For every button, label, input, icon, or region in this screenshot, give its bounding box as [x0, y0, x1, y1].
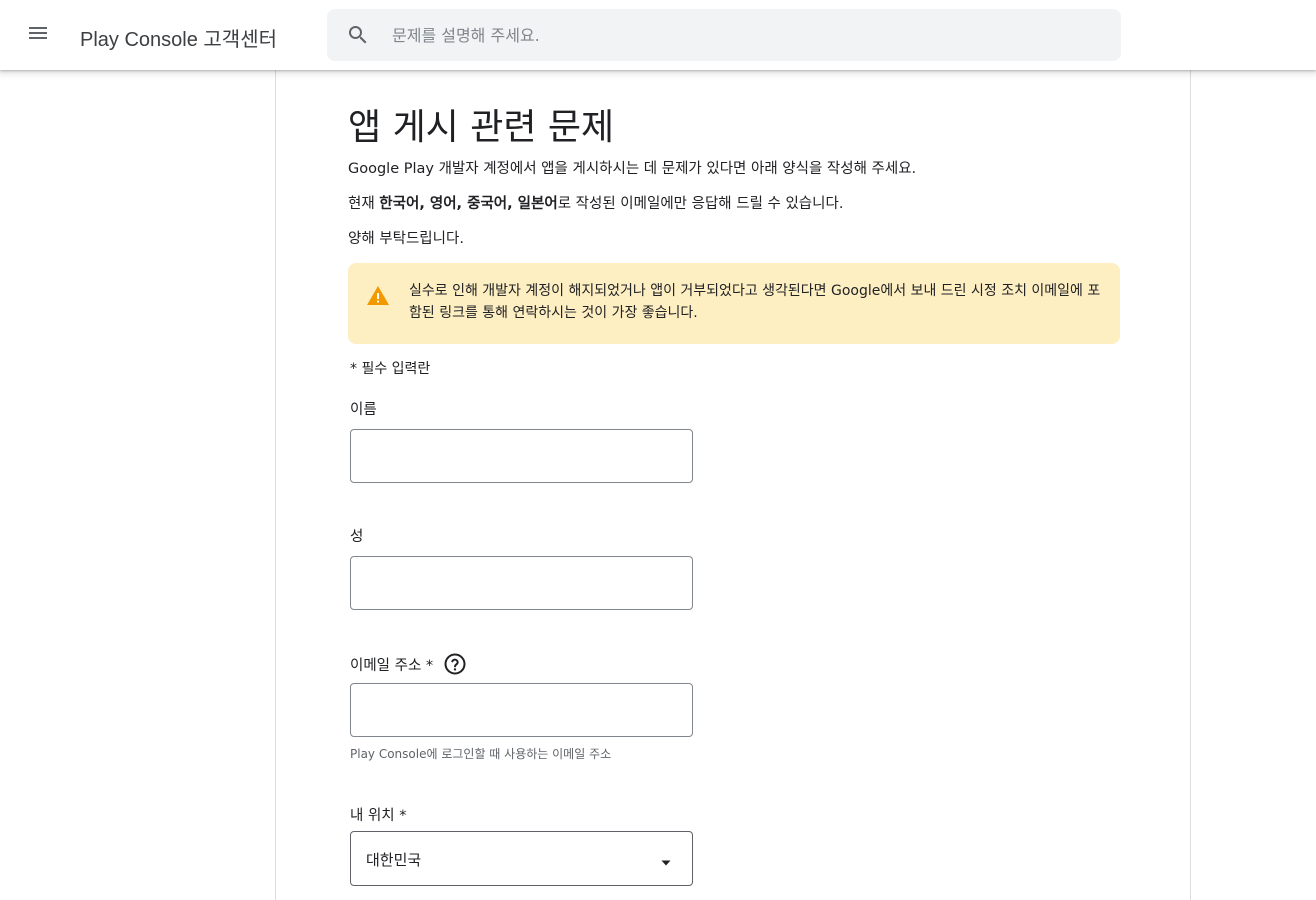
location-selected-value: 대한민국: [366, 851, 422, 869]
email-hint: Play Console에 로그인할 때 사용하는 이메일 주소: [350, 747, 612, 761]
supported-languages: 한국어, 영어, 중국어, 일본어: [379, 196, 558, 212]
required-fields-note: * 필수 입력란: [350, 361, 431, 377]
first-name-field[interactable]: [350, 429, 693, 483]
location-label: 내 위치 *: [350, 808, 407, 824]
menu-icon: [26, 21, 50, 49]
email-field[interactable]: [350, 683, 693, 737]
top-app-bar: Play Console 고객센터: [0, 0, 1316, 70]
last-name-field[interactable]: [350, 556, 693, 610]
search-bar[interactable]: [327, 9, 1121, 61]
main-menu-button[interactable]: [18, 15, 58, 55]
page-title: 앱 게시 관련 문제: [348, 107, 615, 148]
first-name-label: 이름: [350, 402, 377, 418]
content-card: 앱 게시 관련 문제 Google Play 개발자 계정에서 앱을 게시하시는…: [275, 70, 1191, 900]
intro-text-3: 양해 부탁드립니다.: [348, 231, 464, 247]
app-title[interactable]: Play Console 고객센터: [80, 23, 277, 52]
search-input[interactable]: [390, 15, 1121, 55]
search-icon[interactable]: [346, 23, 370, 47]
intro-text-2-prefix: 현재: [348, 196, 380, 212]
email-label-row: 이메일 주소 *: [350, 652, 467, 676]
intro-text-2: 현재 한국어, 영어, 중국어, 일본어로 작성된 이메일에만 응답해 드릴 수…: [348, 192, 843, 213]
last-name-label: 성: [350, 529, 364, 545]
warning-text: 실수로 인해 개발자 계정이 해지되었거나 앱이 거부되었다고 생각된다면 Go…: [409, 283, 1101, 321]
warning-icon: [366, 284, 390, 308]
warning-banner: 실수로 인해 개발자 계정이 해지되었거나 앱이 거부되었다고 생각된다면 Go…: [348, 263, 1120, 344]
location-select[interactable]: 대한민국: [350, 831, 693, 886]
help-circle-icon[interactable]: [443, 652, 467, 676]
intro-text-2-suffix: 로 작성된 이메일에만 응답해 드릴 수 있습니다.: [557, 196, 844, 212]
intro-text-1: Google Play 개발자 계정에서 앱을 게시하시는 데 문제가 있다면 …: [348, 161, 917, 177]
dropdown-arrow-icon: [660, 854, 672, 866]
email-label: 이메일 주소 *: [350, 657, 434, 674]
